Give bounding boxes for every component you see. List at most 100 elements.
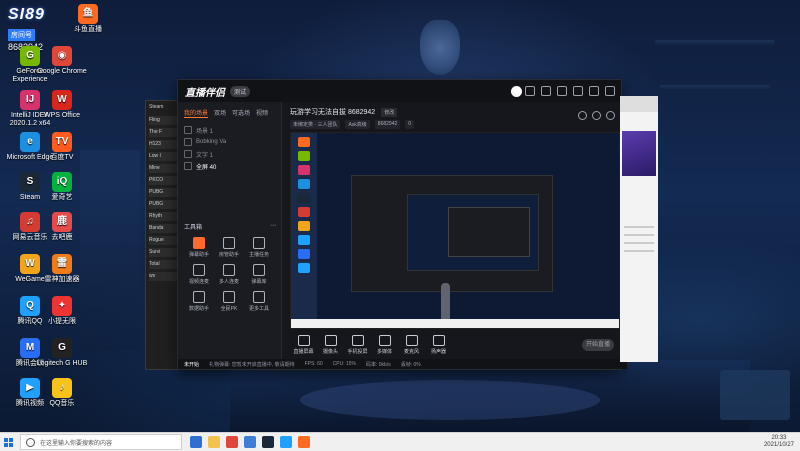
scene-item[interactable]: Bobking Va bbox=[184, 136, 275, 148]
desktop-icon-label: 小提无限 bbox=[48, 318, 76, 325]
source-icon bbox=[432, 335, 445, 346]
maximize-icon[interactable] bbox=[589, 86, 599, 96]
file-explorer-icon[interactable] bbox=[208, 436, 220, 448]
steam-icon[interactable] bbox=[262, 436, 274, 448]
preview-nested-window-2 bbox=[407, 194, 539, 271]
scene-item[interactable]: 文字 1 bbox=[184, 148, 275, 160]
skin-icon[interactable] bbox=[557, 86, 567, 96]
desktop-icon-label: 斗鱼直播 bbox=[74, 26, 102, 33]
source-icon bbox=[351, 335, 364, 346]
scene-tab[interactable]: 双场 bbox=[214, 108, 226, 118]
preview-nested-window-3 bbox=[448, 207, 530, 257]
eye-icon[interactable] bbox=[184, 126, 192, 134]
clock-date: 2021/10/27 bbox=[763, 442, 794, 448]
source-icon bbox=[297, 335, 310, 346]
live-companion-icon[interactable] bbox=[298, 436, 310, 448]
badge-logo: SI89 bbox=[8, 6, 45, 23]
browser-window[interactable] bbox=[620, 96, 658, 362]
preview-taskbar bbox=[291, 319, 619, 328]
tool-icon bbox=[223, 237, 235, 249]
scene-panel: 我的场景 双场 可选场 视频 场景 1 Bobking Va 文字 1 全屏 40 工具箱 ⋯… bbox=[178, 102, 282, 359]
task-view-icon[interactable] bbox=[190, 436, 202, 448]
source-button[interactable]: 摄像头 bbox=[317, 335, 344, 355]
eye-icon[interactable] bbox=[184, 162, 192, 170]
desktop-icon-label: 百度TV bbox=[50, 154, 74, 161]
live-companion-window[interactable]: 直播伴侣 测试 我的场景 双场 可选场 视频 场景 1 Bobking Va 文字 1 全屏… bbox=[177, 79, 627, 370]
source-button[interactable]: 手机投屏 bbox=[344, 335, 371, 355]
tool-icon bbox=[223, 264, 235, 276]
window-icon-3[interactable] bbox=[606, 111, 615, 120]
desktop-icon[interactable]: 雷雷神加速器 bbox=[34, 254, 90, 302]
app-titlebar: 直播伴侣 测试 bbox=[178, 80, 621, 102]
desktop-icon[interactable]: 鱼斗鱼直播 bbox=[60, 4, 116, 52]
tool-item[interactable]: 主播任务 bbox=[244, 237, 274, 258]
gift-message: 礼物弹幕: 您暂未开启直播中, 敬请期待 bbox=[209, 361, 295, 368]
desktop-icon-label: 雷神加速器 bbox=[44, 276, 80, 283]
eye-icon[interactable] bbox=[184, 150, 192, 158]
search-placeholder: 在这里输入你要搜索的内容 bbox=[40, 440, 113, 447]
start-button[interactable] bbox=[0, 433, 16, 451]
source-button[interactable]: 麦克风 bbox=[398, 335, 425, 355]
share-icon[interactable] bbox=[525, 86, 535, 96]
start-live-button[interactable]: 开始直播 bbox=[582, 339, 614, 351]
settings-icon[interactable] bbox=[541, 86, 551, 96]
browser-tabbar bbox=[620, 96, 658, 112]
minimize-icon[interactable] bbox=[573, 86, 583, 96]
desktop-icon[interactable]: W WPS Office bbox=[34, 90, 90, 138]
scene-item[interactable]: 全屏 40 bbox=[184, 160, 275, 172]
stream-preview[interactable] bbox=[290, 132, 620, 329]
system-clock[interactable]: 20:33 2021/10/27 bbox=[764, 435, 794, 449]
source-button[interactable]: 多媒体 bbox=[371, 335, 398, 355]
tool-icon bbox=[253, 264, 265, 276]
source-label: 手机投屏 bbox=[347, 349, 368, 355]
app-icon: 鱼 bbox=[78, 4, 98, 24]
toolbox: 工具箱 ⋯ 弹幕助手 房管助手 主播任务 视频连麦 多人连麦 弹幕库 数据助手 全民PK 更多工具 bbox=[184, 222, 276, 312]
store-icon[interactable] bbox=[244, 436, 256, 448]
scene-tab[interactable]: 我的场景 bbox=[184, 108, 209, 118]
tool-label: 主播任务 bbox=[248, 252, 269, 258]
scene-tab[interactable]: 可选场 bbox=[232, 108, 250, 118]
source-button[interactable]: 扬声器 bbox=[425, 335, 452, 355]
close-icon[interactable] bbox=[605, 86, 615, 96]
desktop-icon[interactable]: ✦ 小提无限 bbox=[34, 296, 90, 344]
tool-icon bbox=[223, 291, 235, 303]
window-icon-1[interactable] bbox=[578, 111, 587, 120]
scene-tab[interactable]: 视频 bbox=[256, 108, 268, 118]
live-status: 未开始 bbox=[184, 361, 200, 368]
app-brand: 直播伴侣 bbox=[185, 87, 225, 99]
source-label: 扬声器 bbox=[430, 349, 446, 355]
tool-item[interactable]: 弹幕助手 bbox=[184, 237, 214, 258]
window-icon-2[interactable] bbox=[592, 111, 601, 120]
source-label: 直播屏幕 bbox=[293, 349, 314, 355]
scene-item[interactable]: 场景 1 bbox=[184, 124, 275, 136]
tool-item[interactable]: 数据助手 bbox=[184, 291, 214, 312]
qq-icon[interactable] bbox=[280, 436, 292, 448]
tool-item[interactable]: 房管助手 bbox=[214, 237, 244, 258]
app-icon: iQ bbox=[52, 172, 72, 192]
desktop-icon[interactable]: 鹿去吧鹿 bbox=[34, 212, 90, 260]
desktop-icon[interactable]: ◉ Google Chrome bbox=[34, 46, 90, 94]
cpu-readout: CPU: 15% bbox=[332, 361, 356, 367]
tool-label: 弹幕助手 bbox=[188, 252, 209, 258]
record-button[interactable] bbox=[511, 86, 522, 97]
scene-name: 文字 1 bbox=[196, 152, 214, 159]
source-icon bbox=[405, 335, 418, 346]
tool-item[interactable]: 视频连麦 bbox=[184, 264, 214, 285]
tool-item[interactable]: 多人连麦 bbox=[214, 264, 244, 285]
room-title: 玩游学习无法自拔 8682942 bbox=[290, 109, 376, 116]
eye-icon[interactable] bbox=[184, 138, 192, 146]
browser-content bbox=[624, 226, 654, 258]
tool-item[interactable]: 弹幕库 bbox=[244, 264, 274, 285]
tool-icon bbox=[193, 237, 205, 249]
tool-item[interactable]: 全民PK bbox=[214, 291, 244, 312]
room-info-chip: 8682942 bbox=[374, 120, 401, 129]
source-button[interactable]: 直播屏幕 bbox=[290, 335, 317, 355]
app-icon: TV bbox=[52, 132, 72, 152]
desktop-icon[interactable]: ♪ QQ音乐 bbox=[34, 378, 90, 426]
desk-items bbox=[720, 370, 790, 420]
taskbar-search[interactable]: 在这里输入你要搜索的内容 bbox=[20, 434, 182, 450]
chrome-icon[interactable] bbox=[226, 436, 238, 448]
more-icon[interactable]: ⋯ bbox=[270, 222, 276, 231]
tool-item[interactable]: 更多工具 bbox=[244, 291, 274, 312]
edit-room-button[interactable]: 修改 bbox=[381, 107, 398, 117]
